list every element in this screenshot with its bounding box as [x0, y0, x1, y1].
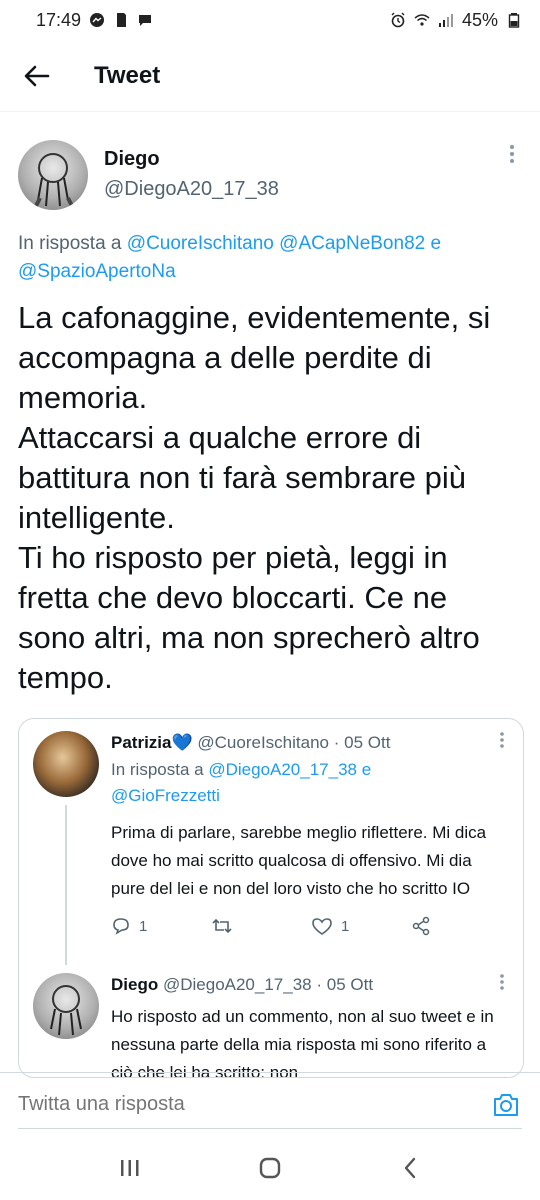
more-options-button[interactable]: [499, 731, 505, 754]
battery-icon: [508, 13, 520, 28]
status-right: 45%: [390, 10, 522, 31]
author-text: Diego @DiegoA20_17_38: [104, 146, 279, 204]
messenger-icon: [90, 13, 105, 27]
tweet-paragraph: Ti ho risposto per pietà, leggi in frett…: [18, 540, 480, 695]
wifi-icon: [414, 14, 430, 26]
dreamcatcher-avatar-image: [50, 985, 82, 1036]
signal-icon: [438, 14, 453, 27]
heart-icon: [312, 918, 332, 935]
action-bar: 1 1: [111, 913, 507, 939]
retweet-icon: [212, 918, 232, 934]
like-count: 1: [341, 917, 350, 935]
alarm-icon: [391, 12, 405, 28]
chat-icon: [139, 15, 152, 26]
thread-date: 05 Ott: [326, 975, 374, 994]
reply-count: 1: [139, 917, 148, 935]
sd-card-icon: [117, 13, 127, 27]
vertical-dots-icon: [500, 732, 504, 748]
tweet-body: La cafonaggine, evidentemente, si accomp…: [18, 298, 522, 698]
status-bar: 17:49 45%: [0, 0, 540, 40]
thread-author-name[interactable]: Patrizia: [111, 733, 171, 752]
chevron-left-icon: [404, 1157, 416, 1179]
reply-input[interactable]: [18, 1093, 490, 1116]
thread-date: 05 Ott: [344, 733, 391, 752]
like-action[interactable]: 1: [311, 916, 411, 936]
author-row: Diego @DiegoA20_17_38: [18, 126, 522, 224]
thread-tweet-header: Patrizia💙 @CuoreIschitano · 05 Ott: [111, 731, 507, 755]
blue-heart-icon: 💙: [171, 733, 193, 752]
main-tweet: Diego @DiegoA20_17_38 In risposta a @Cuo…: [0, 112, 540, 698]
system-nav-bar: [0, 1136, 540, 1200]
camera-button[interactable]: [490, 1089, 522, 1121]
dreamcatcher-avatar-image: [34, 153, 74, 207]
thread-tweet-text: Ho risposto ad un commento, non al suo t…: [111, 1007, 494, 1078]
top-bar: Tweet: [0, 40, 540, 112]
separator-dot: ·: [333, 733, 340, 752]
thread-author-name[interactable]: Diego: [111, 975, 158, 994]
author-name[interactable]: Diego: [104, 146, 279, 172]
thread-tweet-patrizia[interactable]: Patrizia💙 @CuoreIschitano · 05 Ott In ri…: [19, 719, 523, 939]
reply-link[interactable]: @ACapNeBon82: [279, 233, 425, 254]
avatar[interactable]: [33, 973, 99, 1039]
thread-tweet-text: Prima di parlare, sarebbe meglio riflett…: [111, 823, 487, 898]
reply-divider: [18, 1128, 522, 1129]
thread-tweet-content: Diego @DiegoA20_17_38 · 05 Ott Ho rispos…: [111, 973, 507, 1078]
thread-card[interactable]: Patrizia💙 @CuoreIschitano · 05 Ott In ri…: [18, 718, 524, 1078]
battery-percent: 45%: [461, 9, 498, 30]
tweet-paragraph: La cafonaggine, evidentemente, si accomp…: [18, 300, 491, 415]
avatar[interactable]: [18, 140, 88, 210]
thread-tweet-header: Diego @DiegoA20_17_38 · 05 Ott: [111, 973, 507, 997]
recent-apps-button[interactable]: [110, 1148, 150, 1188]
more-options-button[interactable]: [502, 144, 522, 164]
author-handle[interactable]: @DiegoA20_17_38: [104, 174, 279, 204]
vertical-dots-icon: [500, 974, 504, 990]
reply-prefix: In risposta a: [111, 760, 204, 779]
status-time: 17:49: [36, 9, 82, 30]
thread-reply-to: In risposta a @DiegoA20_17_38 e @GioFrez…: [111, 757, 507, 809]
share-icon: [412, 916, 430, 936]
reply-bar: [0, 1072, 540, 1136]
vertical-dots-icon: [510, 145, 514, 163]
thread-author-handle[interactable]: @CuoreIschitano: [197, 733, 329, 752]
camera-icon: [494, 1093, 518, 1116]
thread-tweet-content: Patrizia💙 @CuoreIschitano · 05 Ott In ri…: [111, 731, 507, 939]
reply-link[interactable]: @DiegoA20_17_38: [208, 760, 357, 779]
more-options-button[interactable]: [499, 973, 505, 996]
avatar[interactable]: [33, 731, 99, 797]
arrow-left-icon: [24, 65, 50, 86]
reply-link[interactable]: @SpazioApertoNa: [18, 261, 176, 282]
thread-tweet-diego[interactable]: Diego @DiegoA20_17_38 · 05 Ott Ho rispos…: [19, 961, 523, 1078]
reply-to-line: In risposta a @CuoreIschitano @ACapNeBon…: [18, 230, 522, 286]
reply-action[interactable]: 1: [111, 916, 211, 936]
reply-and: e: [430, 233, 442, 254]
recent-apps-icon: [121, 1160, 139, 1176]
page-title: Tweet: [94, 61, 161, 89]
home-icon: [259, 1157, 281, 1179]
back-button[interactable]: [0, 40, 74, 112]
separator-dot: ·: [316, 975, 323, 994]
retweet-action[interactable]: [211, 916, 311, 936]
reply-link[interactable]: @GioFrezzetti: [111, 786, 220, 805]
share-action[interactable]: [411, 916, 431, 936]
reply-prefix: In risposta a: [18, 233, 122, 254]
reply-and: e: [361, 760, 372, 779]
home-button[interactable]: [250, 1148, 290, 1188]
thread-author-handle[interactable]: @DiegoA20_17_38: [163, 975, 312, 994]
reply-icon: [113, 918, 129, 935]
tweet-paragraph: Attaccarsi a qualche errore di battitura…: [18, 420, 467, 535]
back-nav-button[interactable]: [390, 1148, 430, 1188]
reply-link[interactable]: @CuoreIschitano: [127, 233, 274, 254]
status-left: 17:49: [36, 10, 153, 31]
